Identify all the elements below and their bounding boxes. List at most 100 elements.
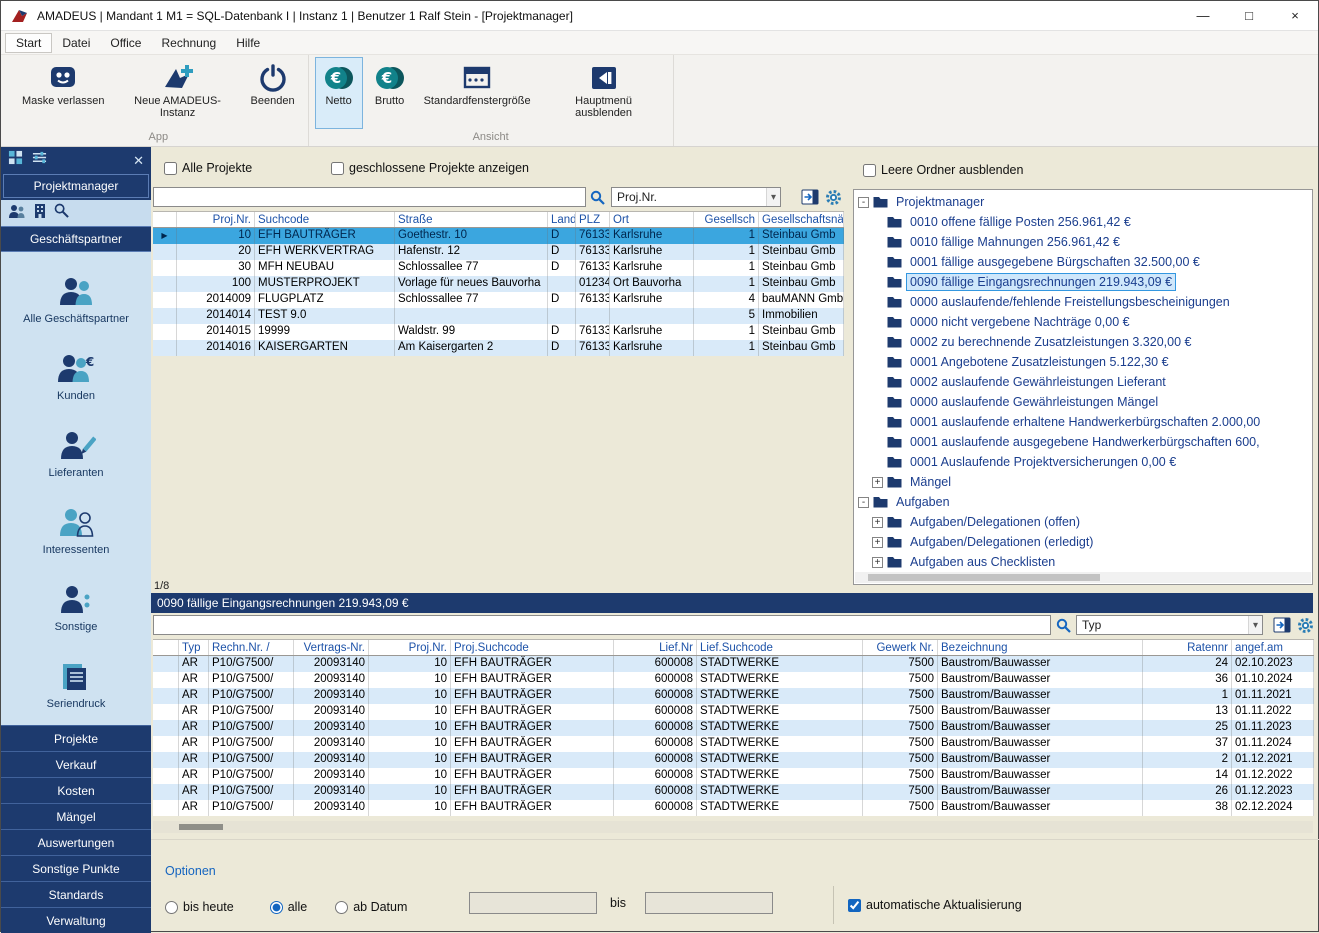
ribbon-button-hauptmenü-ausblenden[interactable]: Hauptmenü ausblenden (541, 57, 667, 129)
column-header-ratennr[interactable]: Ratennr (1143, 640, 1232, 655)
tree-item-projektmanager[interactable]: - Projektmanager (854, 192, 1312, 212)
tree-item-aufgaben-delegationen-offen[interactable]: + Aufgaben/Delegationen (offen) (854, 512, 1312, 532)
sidebar-item-sonstige[interactable]: Sonstige (1, 568, 151, 645)
ribbon-button-maske-verlassen[interactable]: Maske verlassen (15, 57, 112, 129)
sidebar-close-icon[interactable]: ✕ (133, 154, 144, 167)
column-header-typ[interactable]: Typ (179, 640, 209, 655)
tree-item-0010-fällige-mahnungen-256-961-42[interactable]: 0010 fällige Mahnungen 256.961,42 € (854, 232, 1312, 252)
invoice-row[interactable]: AR P10/G7500/20093140 10 EFH BAUTRÄGER 60000… (153, 752, 1314, 768)
collapse-icon[interactable]: - (858, 196, 869, 208)
invoice-row[interactable]: AR P10/G7500/20093140 10 EFH BAUTRÄGER 60000… (153, 784, 1314, 800)
sidebar-item-alle-geschäftspartner[interactable]: Alle Geschäftspartner (1, 260, 151, 337)
checkbox-alle-projekte[interactable]: Alle Projekte (164, 161, 252, 175)
ribbon-button-standardfenstergröße[interactable]: Standardfenstergröße (417, 57, 538, 129)
column-header-land[interactable]: Land (548, 212, 576, 227)
project-row[interactable]: 2014015 19999 Waldstr. 99 D 76133 Karlsruhe 1 S… (153, 324, 844, 340)
column-header-rechn-nr[interactable]: Rechn.Nr. / (209, 640, 294, 655)
expand-icon[interactable]: + (872, 516, 883, 528)
tree-item-aufgaben[interactable]: - Aufgaben (854, 492, 1312, 512)
tree-item-0001-auslaufende-ausgegebene-handwerkerbürgschaften-600[interactable]: 0001 auslaufende ausgegebene Handwerkerb… (854, 432, 1312, 452)
menu-item-office[interactable]: Office (100, 34, 151, 52)
project-row[interactable]: 20 EFH WERKVERTRAG Hafenstr. 12 D 76133 Karls… (153, 244, 844, 260)
tree-horizontal-scrollbar[interactable] (855, 572, 1311, 583)
menu-item-start[interactable]: Start (5, 32, 53, 53)
radio-bis-heute[interactable]: bis heute (165, 900, 234, 914)
tree-item-0000-auslaufende-fehlende-freistellungsbescheinigungen[interactable]: 0000 auslaufende/fehlende Freistellungsb… (854, 292, 1312, 312)
menu-item-datei[interactable]: Datei (52, 34, 100, 52)
gear-icon[interactable] (1297, 617, 1314, 634)
project-filter-combo[interactable]: Proj.Nr. ▾ (611, 187, 781, 207)
tree-item-0001-auslaufende-erhaltene-handwerkerbürgschaften-2-000-00[interactable]: 0001 auslaufende erhaltene Handwerkerbür… (854, 412, 1312, 432)
column-header-straße[interactable]: Straße (395, 212, 548, 227)
sidebar-nav-standards[interactable]: Standards (1, 881, 151, 907)
column-header-gesellsch[interactable]: Gesellsch (694, 212, 759, 227)
project-row[interactable]: 2014014 TEST 9.0 5 Immobilien (153, 308, 844, 324)
invoice-row[interactable]: AR P10/G7500/20093140 10 EFH BAUTRÄGER 60000… (153, 800, 1314, 816)
column-header-vertrags-nr[interactable]: Vertrags-Nr. (294, 640, 369, 655)
invoice-horizontal-scrollbar[interactable] (153, 821, 1313, 833)
tree-item-aufgaben-aus-checklisten[interactable]: + Aufgaben aus Checklisten (854, 552, 1312, 572)
tree-item-0002-zu-berechnende-zusatzleistungen-3-320-00[interactable]: 0002 zu berechnende Zusatzleistungen 3.3… (854, 332, 1312, 352)
radio-ab-datum[interactable]: ab Datum (335, 900, 407, 914)
column-header-suchcode[interactable]: Suchcode (255, 212, 395, 227)
checkbox-geschlossene-projekte[interactable]: geschlossene Projekte anzeigen (331, 161, 529, 175)
tree-item-mängel[interactable]: + Mängel (854, 472, 1312, 492)
expand-icon[interactable]: + (872, 536, 883, 548)
sidebar-nav-auswertungen[interactable]: Auswertungen (1, 829, 151, 855)
sidebar-nav-verwaltung[interactable]: Verwaltung (1, 907, 151, 933)
close-button[interactable]: × (1272, 1, 1318, 30)
goto-icon[interactable] (801, 189, 819, 205)
sliders-icon[interactable] (32, 150, 47, 170)
sidebar-nav-mängel[interactable]: Mängel (1, 803, 151, 829)
ribbon-button-brutto[interactable]: € Brutto (366, 57, 414, 129)
tree-item-0000-auslaufende-gewährleistungen-mängel[interactable]: 0000 auslaufende Gewährleistungen Mängel (854, 392, 1312, 412)
tree-item-aufgaben-delegationen-erledigt[interactable]: + Aufgaben/Delegationen (erledigt) (854, 532, 1312, 552)
sidebar-item-lieferanten[interactable]: Lieferanten (1, 414, 151, 491)
column-header-plz[interactable]: PLZ (576, 212, 610, 227)
column-header-lief-nr[interactable]: Lief.Nr (614, 640, 697, 655)
tree-item-0001-auslaufende-projektversicherungen-0-00[interactable]: 0001 Auslaufende Projektversicherungen 0… (854, 452, 1312, 472)
sidebar-item-kunden[interactable]: € Kunden (1, 337, 151, 414)
date-to-input[interactable] (645, 892, 773, 914)
menu-item-rechnung[interactable]: Rechnung (151, 34, 226, 52)
expand-icon[interactable]: + (872, 556, 883, 568)
minimize-button[interactable]: — (1180, 1, 1226, 30)
tree-item-0001-fällige-ausgegebene-bürgschaften-32-500-00[interactable]: 0001 fällige ausgegebene Bürgschaften 32… (854, 252, 1312, 272)
column-header-proj-nr[interactable]: Proj.Nr. (369, 640, 451, 655)
collapse-icon[interactable]: - (858, 496, 869, 508)
sidebar-nav-projekte[interactable]: Projekte (1, 725, 151, 751)
checkbox-leere-ordner[interactable]: Leere Ordner ausblenden (863, 163, 1023, 177)
leere-ordner-checkbox-input[interactable] (863, 163, 876, 177)
column-header-angef-am[interactable]: angef.am (1232, 640, 1314, 655)
sidebar-item-seriendruck[interactable]: Seriendruck (1, 645, 151, 722)
section-button-geschaeftspartner[interactable]: Geschäftspartner (1, 226, 151, 252)
gear-icon[interactable] (825, 189, 842, 206)
building-small-icon[interactable] (33, 203, 47, 224)
maximize-button[interactable]: □ (1226, 1, 1272, 30)
ribbon-button-netto[interactable]: € Netto (314, 57, 363, 129)
project-row[interactable]: 30 MFH NEUBAU Schlossallee 77 D 76133 Karlsru… (153, 260, 844, 276)
column-header-proj-suchcode[interactable]: Proj.Suchcode (451, 640, 614, 655)
date-from-input[interactable] (469, 892, 597, 914)
tree-item-0090-fällige-eingangsrechnungen-219-943-09[interactable]: 0090 fällige Eingangsrechnungen 219.943,… (854, 272, 1312, 292)
column-header-gesellschaftsnä[interactable]: Gesellschaftsnä (759, 212, 844, 227)
column-header-ort[interactable]: Ort (610, 212, 694, 227)
tree-item-0002-auslaufende-gewährleistungen-lieferant[interactable]: 0002 auslaufende Gewährleistungen Liefer… (854, 372, 1312, 392)
radio-input-bis-heute[interactable] (165, 900, 178, 914)
project-row[interactable]: 2014016 KAISERGARTEN Am Kaisergarten 2 D 761… (153, 340, 844, 356)
invoice-row[interactable]: AR P10/G7500/20093140 10 EFH BAUTRÄGER 60000… (153, 672, 1314, 688)
tree-item-0010-offene-fällige-posten-256-961-42[interactable]: 0010 offene fällige Posten 256.961,42 € (854, 212, 1312, 232)
alle-projekte-checkbox-input[interactable] (164, 161, 177, 175)
invoice-filter-combo[interactable]: Typ ▾ (1076, 615, 1263, 635)
project-row[interactable]: 100 MUSTERPROJEKT Vorlage für neues Bauvor… (153, 276, 844, 292)
invoice-row[interactable]: AR P10/G7500/20093140 10 EFH BAUTRÄGER 60000… (153, 720, 1314, 736)
radio-input-alle[interactable] (269, 900, 283, 914)
radio-alle[interactable]: alle (269, 900, 307, 914)
auto-refresh-input[interactable] (848, 898, 861, 912)
people-small-icon[interactable] (8, 203, 26, 224)
module-button-projektmanager[interactable]: Projektmanager (3, 174, 149, 198)
column-header-lief-suchcode[interactable]: Lief.Suchcode (697, 640, 863, 655)
radio-input-ab-datum[interactable] (335, 900, 349, 914)
scrollbar-thumb[interactable] (179, 824, 223, 830)
column-header-proj-nr[interactable]: Proj.Nr. (177, 212, 255, 227)
